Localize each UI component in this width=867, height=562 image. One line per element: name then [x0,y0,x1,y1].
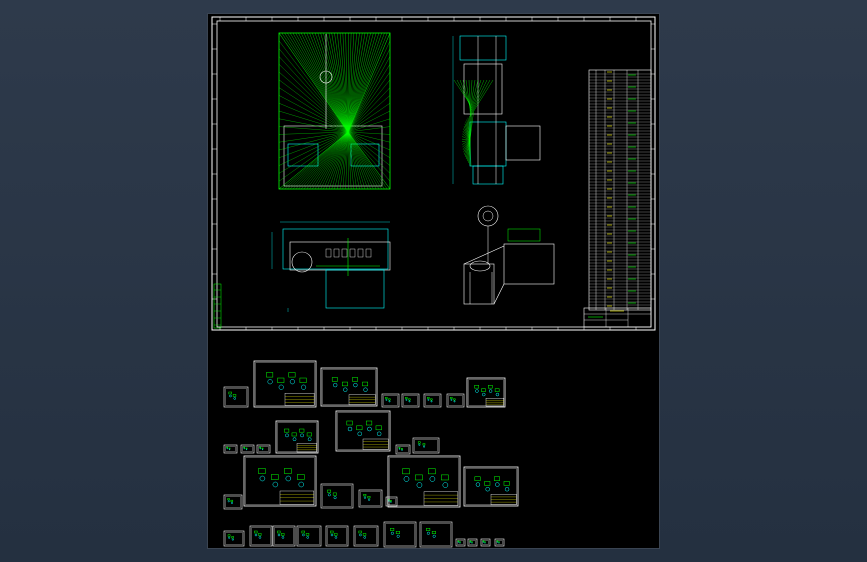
sub-sheet-thumbnail-27 [325,525,349,547]
sub-sheet-thumbnail-14 [395,444,411,455]
machine-isometric-view-icon [463,205,555,305]
sub-sheet-thumbnail-31 [455,538,466,547]
sub-sheet-thumbnail-29 [383,521,417,548]
sub-sheet-thumbnail-16 [223,494,243,510]
sub-sheet-thumbnail-10 [240,444,255,454]
sub-sheet-thumbnail-5 [401,393,420,408]
sub-sheet-thumbnail-15 [412,437,440,454]
sub-sheet-thumbnail-8 [466,377,506,408]
sub-sheet-thumbnail-21 [387,455,461,508]
drawing-canvas[interactable] [207,13,660,549]
sub-sheet-thumbnail-12 [275,420,319,454]
cad-viewport[interactable] [0,0,867,562]
sub-sheet-thumbnail-34 [494,538,505,547]
sub-sheet-thumbnail-28 [353,525,379,547]
machine-side-view-icon [452,35,541,185]
sheet-frame [211,16,656,331]
sub-sheet-thumbnail-33 [480,538,491,547]
main-drawing-sheet [211,16,656,548]
left-margin-block [213,283,222,329]
sub-sheet-thumbnail-17 [243,455,317,507]
sub-sheet-thumbnail-3 [320,367,378,407]
sub-sheet-thumbnail-9 [223,444,238,454]
sub-sheet-thumbnail-7 [446,393,465,408]
sub-sheet-thumbnail-4 [381,393,400,408]
sub-sheet-thumbnail-2 [253,360,317,408]
sub-sheet-thumbnail-25 [272,525,296,547]
sub-sheet-thumbnail-32 [467,538,478,547]
machine-top-view-icon [271,221,391,312]
sub-sheet-thumbnail-30 [419,521,453,548]
machine-front-view-icon [278,32,391,190]
sub-sheet-thumbnail-23 [223,530,245,547]
title-block-icon [583,307,652,328]
sub-sheet-thumbnail-18 [320,483,354,509]
sub-sheet-thumbnail-11 [256,444,271,454]
sub-sheet-thumbnail-1 [223,386,249,408]
sub-sheet-thumbnail-19 [358,489,383,508]
sub-sheet-thumbnail-22 [463,466,519,507]
sub-sheet-thumbnail-6 [423,393,442,408]
sub-sheet-thumbnail-24 [249,525,273,547]
sub-sheet-thumbnail-26 [296,525,322,547]
parts-list-table-icon [588,69,652,311]
sub-sheet-thumbnail-13 [335,410,391,452]
